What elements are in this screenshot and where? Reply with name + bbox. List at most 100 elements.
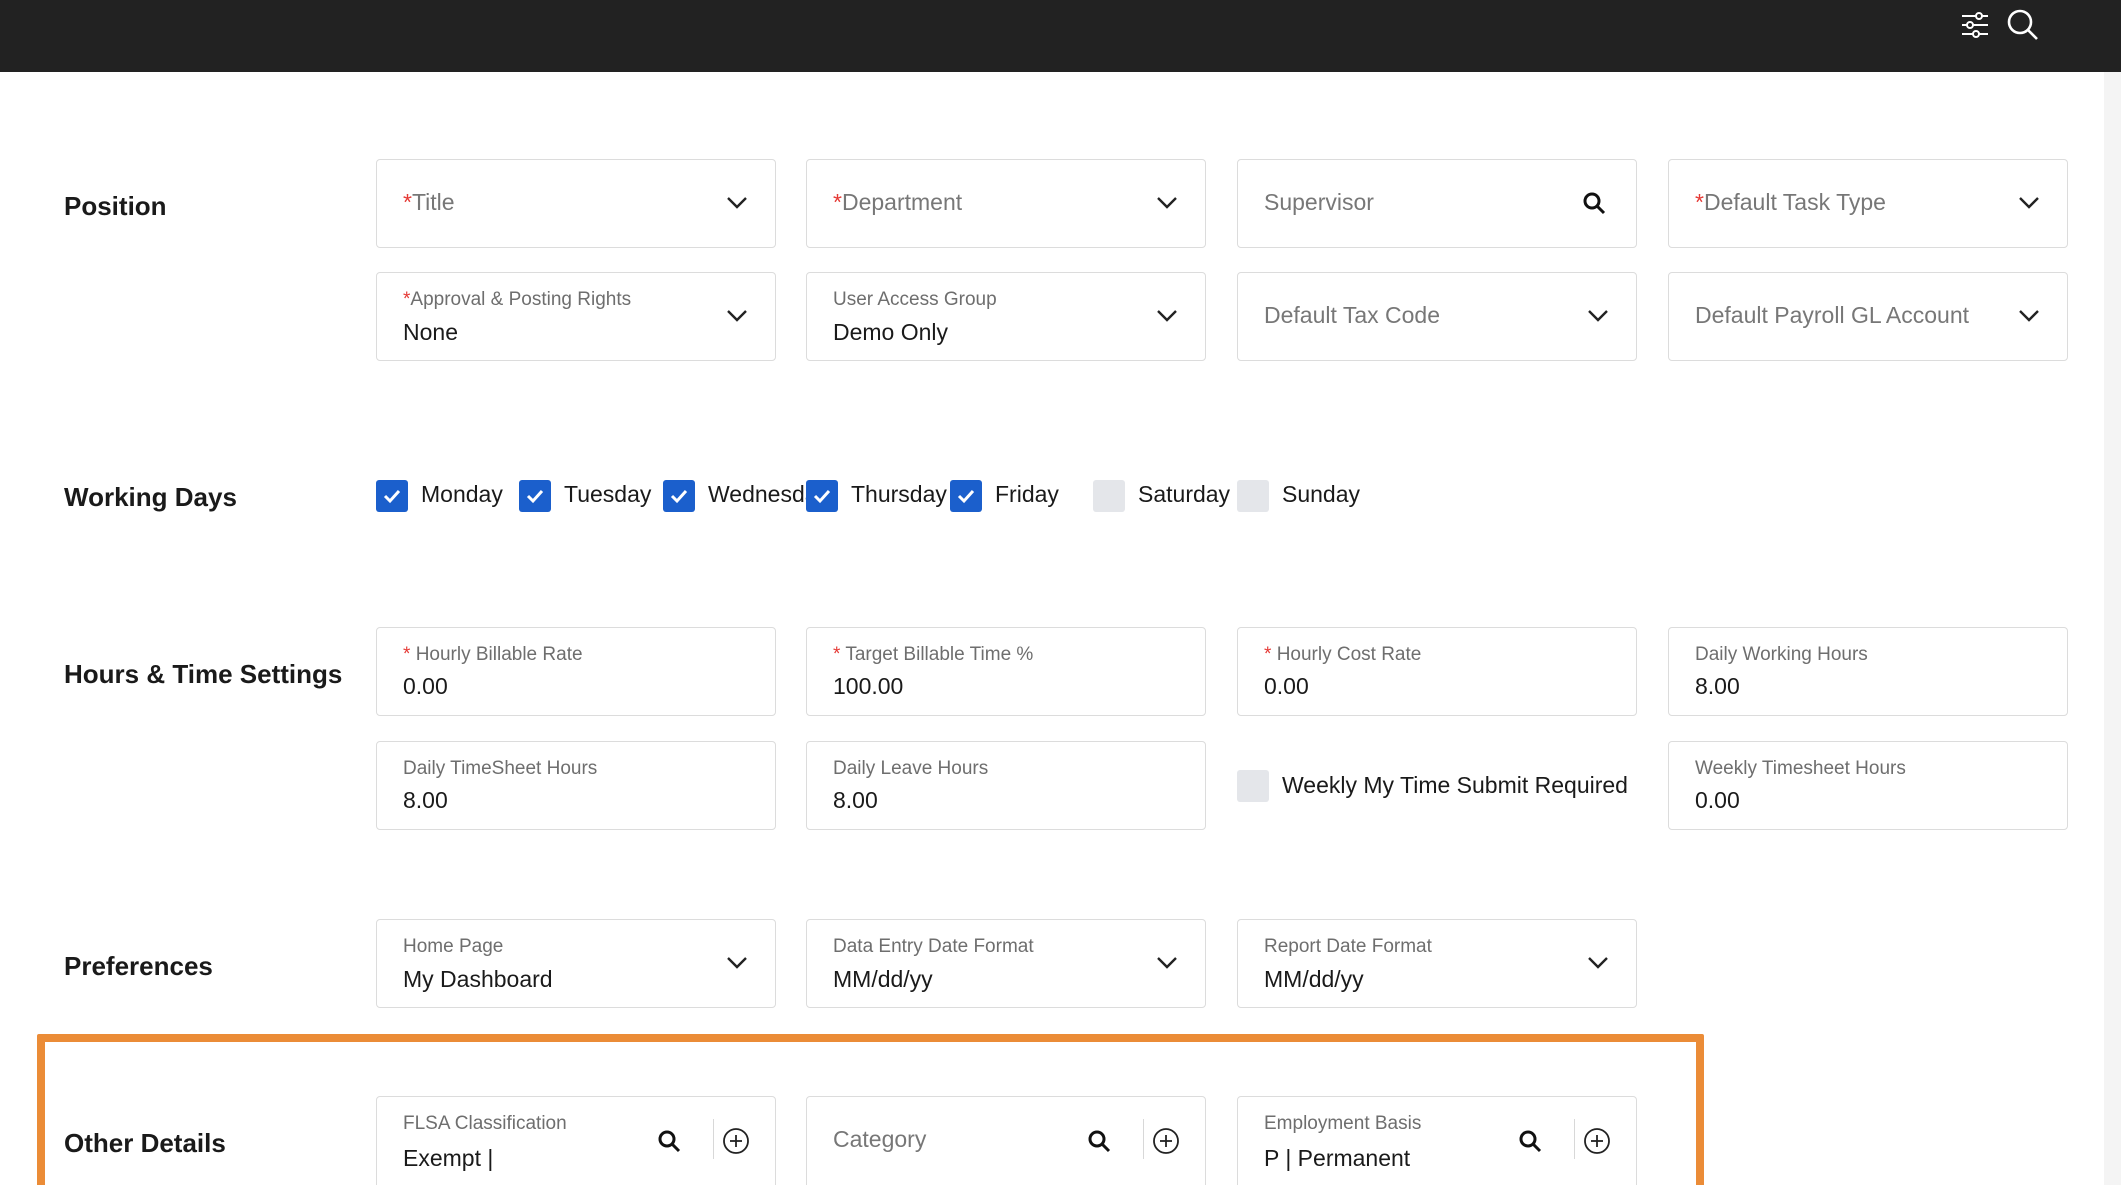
category-placeholder: Category [833,1126,927,1152]
checkbox-sunday[interactable] [1237,480,1269,512]
checkbox-label-thursday: Thursday [851,481,947,507]
weekly-submit-required-checkbox[interactable] [1237,770,1269,802]
weekly-timesheet-hours-input[interactable]: Weekly Timesheet Hours 0.00 [1668,741,2068,830]
supervisor-search-field[interactable]: Supervisor [1237,159,1637,248]
report-date-format-label: Report Date Format [1264,936,1432,957]
hourly-billable-rate-value: 0.00 [403,673,448,699]
target-billable-time-value: 100.00 [833,673,904,699]
daily-timesheet-hours-label: Daily TimeSheet Hours [403,758,598,779]
report-date-format-value: MM/dd/yy [1264,966,1364,992]
daily-working-hours-value: 8.00 [1695,673,1740,699]
approval-posting-rights-dropdown[interactable]: *Approval & Posting Rights None [376,272,776,361]
user-access-group-dropdown[interactable]: User Access Group Demo Only [806,272,1206,361]
flsa-classification-field[interactable]: FLSA Classification Exempt | [376,1096,776,1185]
default-task-type-placeholder: Default Task Type [1703,189,1886,215]
checkbox-friday[interactable] [950,480,982,512]
chevron-down-icon [727,310,747,322]
weekly-submit-required-label: Weekly My Time Submit Required [1282,772,1628,798]
checkbox-tuesday[interactable] [519,480,551,512]
employment-basis-field[interactable]: Employment Basis P | Permanent [1237,1096,1637,1185]
checkbox-label-sunday: Sunday [1282,481,1361,507]
title-placeholder: Title [411,189,455,215]
checkmark-icon [526,489,544,504]
add-circle-icon[interactable] [1151,1126,1181,1156]
search-icon[interactable] [1518,1129,1542,1153]
hourly-cost-rate-input[interactable]: * Hourly Cost Rate 0.00 [1237,627,1637,716]
divider [1574,1119,1575,1159]
search-icon[interactable] [2006,8,2040,42]
section-label-hours: Hours & Time Settings [64,659,343,689]
daily-working-hours-label: Daily Working Hours [1695,644,1868,665]
add-circle-icon[interactable] [721,1126,751,1156]
default-tax-code-dropdown[interactable]: Default Tax Code [1237,272,1637,361]
department-placeholder: Department [841,189,963,215]
supervisor-placeholder: Supervisor [1264,189,1374,215]
chevron-down-icon [1157,957,1177,969]
hourly-billable-rate-label: Hourly Billable Rate [415,644,583,665]
chevron-down-icon [727,957,747,969]
data-entry-date-format-value: MM/dd/yy [833,966,933,992]
search-icon[interactable] [657,1129,681,1153]
top-bar [0,0,2121,72]
section-label-working-days: Working Days [64,482,237,512]
chevron-down-icon [1157,310,1177,322]
checkbox-saturday[interactable] [1093,480,1125,512]
user-access-group-label: User Access Group [833,289,997,310]
user-access-group-value: Demo Only [833,319,949,345]
search-icon[interactable] [1582,191,1606,215]
default-tax-code-placeholder: Default Tax Code [1264,302,1441,328]
report-date-format-dropdown[interactable]: Report Date Format MM/dd/yy [1237,919,1637,1008]
weekly-timesheet-hours-value: 0.00 [1695,787,1740,813]
checkmark-icon [813,489,831,504]
section-label-other-details: Other Details [64,1128,226,1158]
checkbox-label-tuesday: Tuesday [564,481,652,507]
checkbox-label-friday: Friday [995,481,1059,507]
default-payroll-gl-placeholder: Default Payroll GL Account [1695,302,1970,328]
target-billable-time-label: Target Billable Time % [845,644,1034,665]
checkbox-label-monday: Monday [421,481,503,507]
daily-working-hours-input[interactable]: Daily Working Hours 8.00 [1668,627,2068,716]
data-entry-date-format-dropdown[interactable]: Data Entry Date Format MM/dd/yy [806,919,1206,1008]
department-dropdown[interactable]: *Department [806,159,1206,248]
divider [1143,1119,1144,1159]
section-label-preferences: Preferences [64,951,213,981]
flsa-classification-value: Exempt | [403,1145,494,1171]
employment-basis-value: P | Permanent [1264,1145,1411,1171]
weekly-timesheet-hours-label: Weekly Timesheet Hours [1695,758,1906,779]
home-page-value: My Dashboard [403,966,553,992]
checkmark-icon [383,489,401,504]
daily-timesheet-hours-value: 8.00 [403,787,448,813]
chevron-down-icon [2019,310,2039,322]
approval-label: Approval & Posting Rights [410,289,632,310]
chevron-down-icon [727,197,747,209]
chevron-down-icon [1588,310,1608,322]
checkbox-wednesday[interactable] [663,480,695,512]
checkbox-monday[interactable] [376,480,408,512]
home-page-dropdown[interactable]: Home Page My Dashboard [376,919,776,1008]
hourly-cost-rate-value: 0.00 [1264,673,1309,699]
checkbox-thursday[interactable] [806,480,838,512]
daily-leave-hours-label: Daily Leave Hours [833,758,989,779]
data-entry-date-format-label: Data Entry Date Format [833,936,1034,957]
vertical-scrollbar[interactable] [2104,72,2121,1185]
daily-leave-hours-input[interactable]: Daily Leave Hours 8.00 [806,741,1206,830]
title-dropdown[interactable]: *Title [376,159,776,248]
checkmark-icon [670,489,688,504]
filter-sliders-icon[interactable] [1958,8,1992,42]
daily-leave-hours-value: 8.00 [833,787,878,813]
chevron-down-icon [2019,197,2039,209]
hourly-billable-rate-input[interactable]: * Hourly Billable Rate 0.00 [376,627,776,716]
checkbox-label-saturday: Saturday [1138,481,1231,507]
target-billable-time-input[interactable]: * Target Billable Time % 100.00 [806,627,1206,716]
default-payroll-gl-account-dropdown[interactable]: Default Payroll GL Account [1668,272,2068,361]
hourly-cost-rate-label: Hourly Cost Rate [1276,644,1422,665]
add-circle-icon[interactable] [1582,1126,1612,1156]
search-icon[interactable] [1087,1129,1111,1153]
home-page-label: Home Page [403,936,504,957]
category-field[interactable]: Category [806,1096,1206,1185]
default-task-type-dropdown[interactable]: *Default Task Type [1668,159,2068,248]
approval-value: None [403,319,458,345]
divider [713,1119,714,1159]
daily-timesheet-hours-input[interactable]: Daily TimeSheet Hours 8.00 [376,741,776,830]
checkmark-icon [957,489,975,504]
